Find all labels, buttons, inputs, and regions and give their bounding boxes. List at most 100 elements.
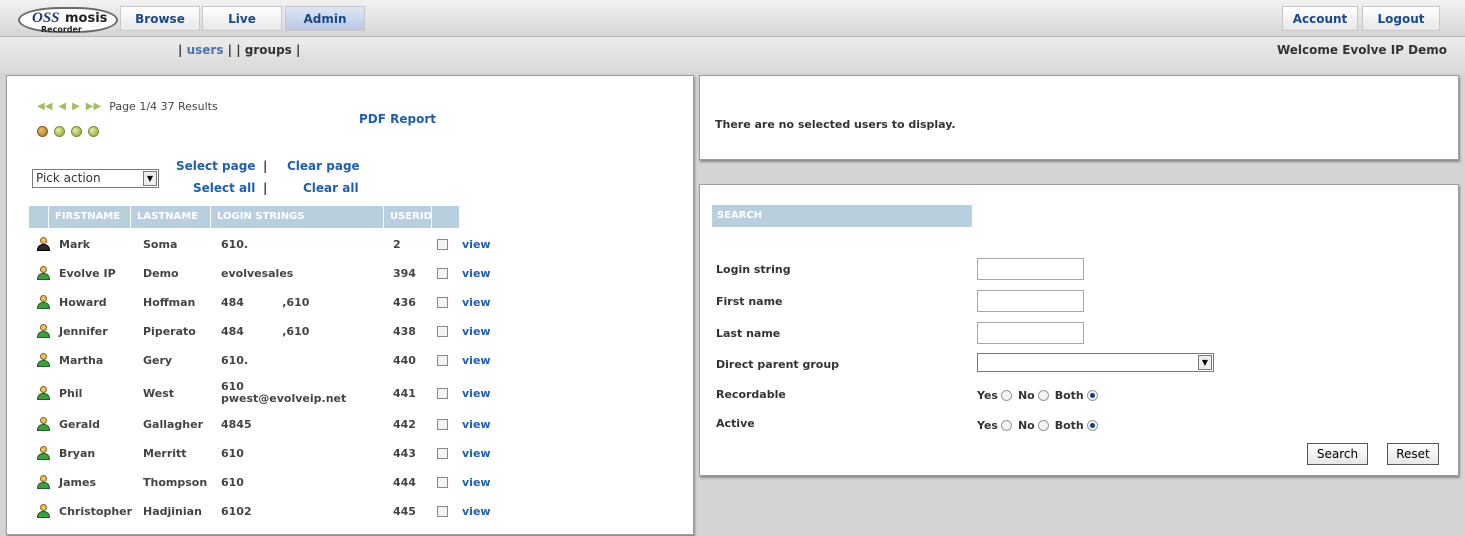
row-checkbox[interactable]: [437, 325, 448, 337]
firstname-cell: Mark: [59, 237, 91, 251]
recordable-yes-label: Yes: [977, 389, 998, 402]
page-dot-icon[interactable]: [54, 126, 65, 137]
user-icon: [36, 353, 50, 367]
lastname-cell: Gallagher: [143, 417, 204, 431]
logout-button[interactable]: Logout: [1362, 6, 1440, 31]
user-icon: [36, 295, 50, 309]
users-table-header: FIRSTNAME LASTNAME LOGIN STRINGS USERID: [29, 206, 460, 228]
last-name-input[interactable]: [977, 322, 1084, 344]
view-link[interactable]: view: [462, 387, 491, 400]
header-login-strings[interactable]: LOGIN STRINGS: [211, 206, 384, 228]
first-page-icon[interactable]: ◀◀: [37, 101, 52, 112]
page-dot-icon[interactable]: [37, 126, 48, 137]
reset-button[interactable]: Reset: [1387, 443, 1439, 465]
account-button[interactable]: Account: [1282, 6, 1358, 31]
table-row[interactable]: James Thompson 610 444 view: [29, 470, 491, 494]
select-page-link[interactable]: Select page: [176, 159, 255, 173]
chevron-down-icon[interactable]: ▼: [1198, 355, 1212, 370]
view-link[interactable]: view: [462, 447, 491, 460]
view-link[interactable]: view: [462, 418, 491, 431]
active-both-radio[interactable]: [1086, 420, 1098, 431]
view-link[interactable]: view: [462, 354, 491, 367]
row-checkbox[interactable]: [437, 267, 448, 279]
page-dot-icon[interactable]: [71, 126, 82, 137]
view-link[interactable]: view: [462, 267, 491, 280]
row-checkbox[interactable]: [437, 505, 448, 517]
prev-page-icon[interactable]: ◀: [58, 101, 66, 112]
recordable-both-radio[interactable]: [1086, 390, 1098, 401]
header-userid[interactable]: USERID: [384, 206, 432, 228]
clear-all-link[interactable]: Clear all: [303, 181, 359, 195]
firstname-cell: Howard: [59, 295, 107, 309]
sub-nav-bar: | users | | groups | Welcome Evolve IP D…: [0, 37, 1465, 73]
tab-live[interactable]: Live: [202, 6, 282, 31]
table-row[interactable]: Howard Hoffman 484 ,610 436 view: [29, 290, 491, 314]
table-row[interactable]: Jennifer Piperato 484 ,610 438 view: [29, 319, 491, 343]
tab-admin[interactable]: Admin: [285, 6, 365, 31]
recordable-yes-radio[interactable]: [1000, 390, 1012, 401]
firstname-cell: Evolve IP: [59, 266, 116, 280]
row-checkbox[interactable]: [437, 476, 448, 488]
row-checkbox[interactable]: [437, 296, 448, 308]
recordable-no-radio[interactable]: [1037, 390, 1049, 401]
tab-browse[interactable]: Browse: [120, 6, 200, 31]
user-icon: [36, 237, 50, 251]
active-label: Active: [716, 417, 755, 430]
pdf-report-link[interactable]: PDF Report: [359, 112, 436, 126]
userid-cell: 436: [393, 295, 416, 309]
row-checkbox[interactable]: [437, 387, 448, 399]
active-radio-group: Yes No Both: [977, 419, 1104, 432]
pick-action-value: Pick action: [36, 171, 101, 185]
row-checkbox[interactable]: [437, 418, 448, 430]
login-string-input[interactable]: [977, 258, 1084, 280]
logo-subtitle: Recorder: [41, 25, 82, 34]
pick-action-select[interactable]: Pick action ▼: [32, 169, 159, 188]
view-link[interactable]: view: [462, 325, 491, 338]
table-row[interactable]: Bryan Merritt 610 443 view: [29, 441, 491, 465]
userid-cell: 2: [393, 237, 401, 251]
row-checkbox[interactable]: [437, 354, 448, 366]
view-link[interactable]: view: [462, 238, 491, 251]
recordable-radio-group: Yes No Both: [977, 389, 1104, 402]
login-cell: 610.: [221, 353, 249, 367]
lastname-cell: Hoffman: [143, 295, 196, 309]
view-link[interactable]: view: [462, 296, 491, 309]
search-header: SEARCH: [712, 205, 972, 227]
subnav-groups-link[interactable]: groups: [245, 43, 292, 57]
first-name-input[interactable]: [977, 290, 1084, 312]
header-firstname[interactable]: FIRSTNAME: [49, 206, 131, 228]
view-link[interactable]: view: [462, 476, 491, 489]
search-panel: SEARCH Login string First name Last name…: [699, 184, 1459, 476]
active-no-radio[interactable]: [1037, 420, 1049, 431]
table-row[interactable]: Gerald Gallagher 4845 442 view: [29, 412, 491, 436]
active-yes-radio[interactable]: [1000, 420, 1012, 431]
clear-page-link[interactable]: Clear page: [287, 159, 360, 173]
header-lastname[interactable]: LASTNAME: [131, 206, 211, 228]
view-link[interactable]: view: [462, 505, 491, 518]
subnav-users-link[interactable]: users: [187, 43, 224, 57]
header-select: [432, 206, 460, 228]
no-selected-users-message: There are no selected users to display.: [715, 118, 956, 131]
table-row[interactable]: Evolve IP Demo evolvesales 394 view: [29, 261, 491, 285]
users-list-panel: ◀◀ ◀ ▶ ▶▶ Page 1/4 37 Results PDF Report…: [6, 75, 694, 535]
row-checkbox[interactable]: [437, 447, 448, 459]
table-row[interactable]: Christopher Hadjinian 6102 445 view: [29, 499, 491, 523]
search-button[interactable]: Search: [1307, 443, 1368, 465]
next-page-icon[interactable]: ▶: [72, 101, 80, 112]
firstname-cell: Christopher: [59, 504, 133, 518]
table-row[interactable]: Phil West 610 pwest@evolveip.net 441 vie…: [29, 377, 491, 409]
table-row[interactable]: Martha Gery 610. 440 view: [29, 348, 491, 372]
user-icon: [36, 446, 50, 460]
chevron-down-icon[interactable]: ▼: [143, 171, 157, 186]
table-row[interactable]: Mark Soma 610. 2 view: [29, 232, 491, 256]
row-checkbox[interactable]: [437, 238, 448, 250]
page-dot-icon[interactable]: [88, 126, 99, 137]
direct-parent-group-select[interactable]: ▼: [977, 353, 1214, 372]
userid-cell: 394: [393, 266, 416, 280]
active-both-label: Both: [1054, 419, 1084, 432]
ossmosis-recorder-logo: OSS mosis Recorder: [18, 7, 118, 34]
select-all-link[interactable]: Select all: [193, 181, 255, 195]
last-page-icon[interactable]: ▶▶: [86, 101, 101, 112]
selected-users-panel: There are no selected users to display.: [699, 75, 1459, 160]
lastname-cell: West: [143, 386, 175, 400]
